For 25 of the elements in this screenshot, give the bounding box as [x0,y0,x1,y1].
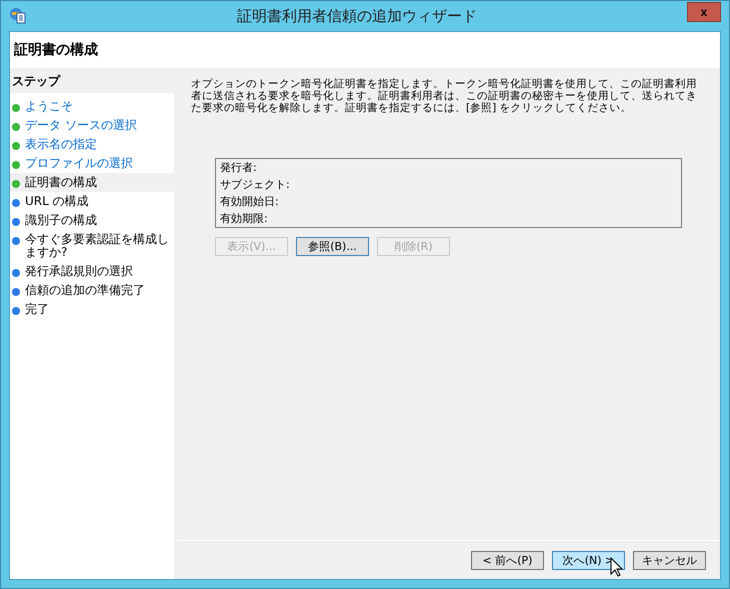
dialog-button[interactable]: 参照(B)... [296,237,369,256]
field-label: 発行者: [220,161,258,174]
app-icon [9,7,27,25]
step-item[interactable]: 完了 [10,300,174,319]
description-text: オプションのトークン暗号化証明書を指定します。トークン暗号化証明書を使用して、この証明書利用者に送信される要求を暗号化します。証明書利用者は、この証明書の秘密キーを使用して、送られてきた要求の暗号化を解除します。証明書を指定するには、[参照] をクリックしてください。 [191,78,698,114]
nav-button[interactable]: キャンセル [633,550,706,570]
step-item[interactable]: プロファイルの選択 [10,154,174,173]
step-item[interactable]: 信頼の追加の準備完了 [10,281,174,300]
field-label: 有効開始日: [220,195,280,208]
step-item[interactable]: 識別子の構成 [10,211,174,230]
close-button[interactable]: x [687,2,721,22]
nav-button[interactable]: < 前へ(P) [471,550,544,570]
field-label: 有効期限: [220,212,269,225]
mouse-pointer-icon [610,556,623,576]
step-item[interactable]: 発行承認規則の選択 [10,262,174,281]
window-title: 証明書利用者信頼の追加ウィザード [236,6,478,26]
step-item[interactable]: 証明書の構成 [10,173,174,192]
step-item[interactable]: ようこそ [10,97,174,116]
step-item[interactable]: データ ソースの選択 [10,116,174,135]
step-item[interactable]: 表示名の指定 [10,135,174,154]
field-label: サブジェクト: [220,178,291,191]
steps-heading: ステップ [10,70,174,93]
page-title: 証明書の構成 [14,41,98,59]
step-item[interactable]: 今すぐ多要素認証を構成しますか? [10,230,174,262]
step-item[interactable]: URL の構成 [10,192,174,211]
